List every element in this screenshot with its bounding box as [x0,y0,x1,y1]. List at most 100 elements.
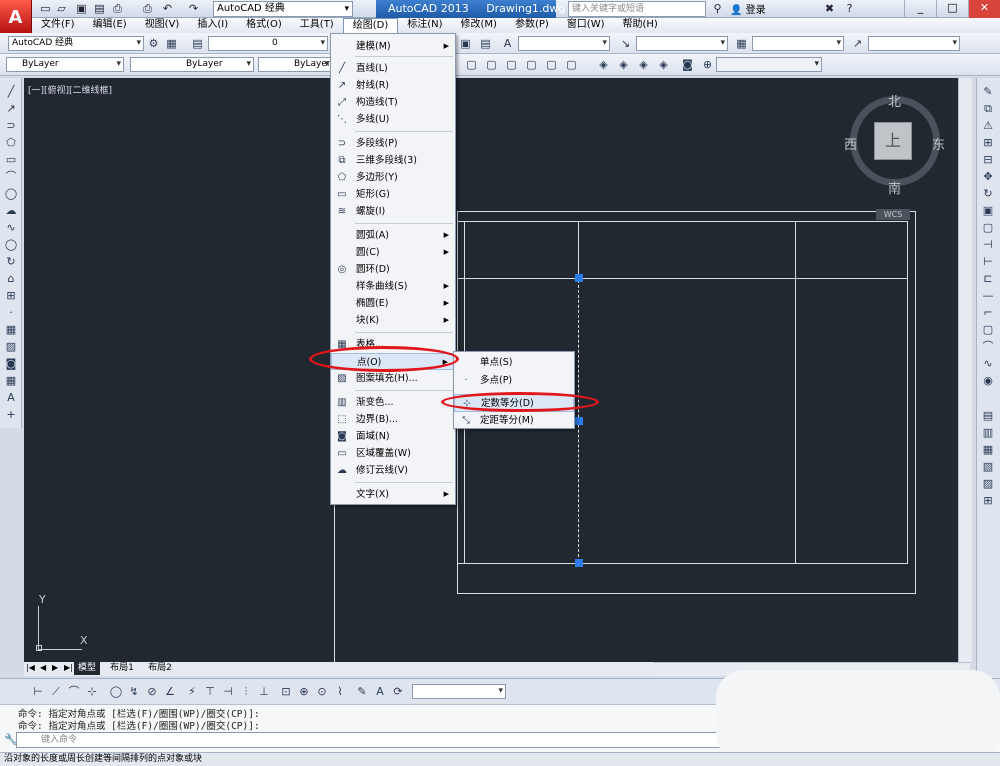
table-style-icon[interactable]: ▦ [734,36,749,51]
trim-icon[interactable]: ⊣ [980,237,996,253]
view-left-icon[interactable]: ▢ [504,57,519,72]
menu-item-3[interactable]: 插入(I) [188,18,237,33]
add-selected-icon[interactable]: + [3,407,19,423]
menu-item-9[interactable]: 参数(P) [506,18,558,33]
mleader-style-combo[interactable] [868,36,960,51]
viewport-label[interactable]: [一][俯视][二维线框] [28,83,112,96]
make-block-icon[interactable]: ⊞ [3,288,19,304]
menu-item-0[interactable]: 文件(F) [32,18,84,33]
ellipse-icon[interactable]: ◯ [3,237,19,253]
viewcube-top-face[interactable]: 上 [874,122,912,160]
draw-menu-item-19[interactable]: ▥ 渐变色... [331,394,455,411]
binoculars-icon[interactable]: ⚲ [710,1,725,16]
point-icon[interactable]: · [3,305,19,321]
dim-style-combo[interactable] [636,36,728,51]
radius-dim-icon[interactable]: ◯ [108,684,124,700]
outer-rect-right[interactable] [915,211,916,594]
lineweight-combo[interactable]: ByLayer [258,57,332,72]
draworder-under-icon[interactable]: ▧ [980,459,996,475]
update-icon[interactable]: ⟳ [390,684,406,700]
camera-icon[interactable]: ◙ [680,57,695,72]
join-icon[interactable]: ⌐ [980,305,996,321]
view-bottom-icon[interactable]: ▢ [484,57,499,72]
draworder-back-icon[interactable]: ▥ [980,425,996,441]
layer-combo[interactable]: 0 [208,36,328,51]
draw-menu-item-21[interactable]: ◙ 面域(N) [331,428,455,445]
revcloud-icon[interactable]: ☁ [3,203,19,219]
menu-item-2[interactable]: 视图(V) [136,18,189,33]
mleader-style-icon[interactable]: ↗ [850,36,865,51]
command-input[interactable]: 键入命令 [16,732,728,748]
menu-item-4[interactable]: 格式(O) [237,18,291,33]
polygon-icon[interactable]: ⬠ [3,135,19,151]
edit-text-icon[interactable]: A [372,684,388,700]
workspace-combo[interactable]: AutoCAD 经典 [8,36,144,51]
menu-item-10[interactable]: 窗口(W) [558,18,614,33]
view-back-icon[interactable]: ▢ [564,57,579,72]
view-right-icon[interactable]: ▢ [524,57,539,72]
draworder-text-icon[interactable]: ▨ [980,476,996,492]
close-button[interactable]: ✕ [968,0,1000,18]
grip-mid[interactable] [575,417,583,425]
hatch-icon[interactable]: ▦ [3,322,19,338]
extend-icon[interactable]: ⊢ [980,254,996,270]
diameter-dim-icon[interactable]: ⊘ [144,684,160,700]
spline-icon[interactable]: ∿ [3,220,19,236]
draw-menu-item-4[interactable]: ⋱ 多线(U) [331,111,455,128]
vertical-scrollbar[interactable] [958,78,972,662]
undo-icon[interactable]: ↶ [160,1,175,16]
dim-style-bottom-combo[interactable] [412,684,506,699]
menu-item-8[interactable]: 修改(M) [452,18,506,33]
draworder-above-icon[interactable]: ▦ [980,442,996,458]
draw-menu-item-23[interactable]: ☁ 修订云线(V) [331,462,455,479]
print-icon[interactable]: ⎙ [140,1,155,16]
vertical-divider-right[interactable] [795,221,796,564]
region-icon[interactable]: ◙ [3,356,19,372]
workspace-settings-icon[interactable]: ▦ [164,36,179,51]
grip-bottom[interactable] [575,559,583,567]
view-front-icon[interactable]: ▢ [544,57,559,72]
draworder-hatch-icon[interactable]: ⊞ [980,493,996,509]
angular-dim-icon[interactable]: ∠ [162,684,178,700]
horizontal-divider[interactable] [457,278,908,279]
menu-item-1[interactable]: 编辑(E) [84,18,136,33]
maximize-button[interactable]: □ [936,0,968,18]
erase-icon[interactable]: ✎ [980,84,996,100]
outer-rect-bottom[interactable] [457,593,916,594]
draw-menu-item-11[interactable]: 圆(C) ▶ [331,244,455,261]
plot-icon[interactable]: ⎙ [110,1,125,16]
match-layer-icon[interactable]: ▣ [458,36,473,51]
ellipse-arc-icon[interactable]: ↻ [3,254,19,270]
space-icon[interactable]: ⫶ [238,684,254,700]
center-mark-icon[interactable]: ⊕ [296,684,312,700]
draw-menu-item-20[interactable]: ⬚ 边界(B)... [331,411,455,428]
tab-nav-first-icon[interactable]: |◀ [26,663,35,672]
blend-icon[interactable]: ∿ [980,356,996,372]
layer-previous-icon[interactable]: ▤ [478,36,493,51]
edit-dim-icon[interactable]: ✎ [354,684,370,700]
minimize-button[interactable]: _ [904,0,936,18]
draw-menu-item-5[interactable]: ⊃ 多段线(P) [331,135,455,152]
draw-menu-item-13[interactable]: 样条曲线(S) ▶ [331,278,455,295]
wcs-menu[interactable]: WCS [876,209,910,220]
menu-item-7[interactable]: 标注(N) [398,18,451,33]
color-combo[interactable]: ByLayer [6,57,124,72]
tab-nav-last-icon[interactable]: ▶| [64,663,73,672]
linear-dim-icon[interactable]: ⊢ [30,684,46,700]
gear-icon[interactable]: ⚙ [146,36,161,51]
break-at-point-icon[interactable]: ⊏ [980,271,996,287]
tab-layout1[interactable]: 布局1 [104,662,140,675]
draw-menu-item-22[interactable]: ▭ 区域覆盖(W) [331,445,455,462]
open-icon[interactable]: ▱ [54,1,69,16]
grip-top[interactable] [575,274,583,282]
save-icon[interactable]: ▣ [74,1,89,16]
help-search-input[interactable]: 键入关键字或短语 [568,1,706,17]
layer-properties-icon[interactable]: ▤ [190,36,205,51]
autocad-logo-icon[interactable]: A [0,0,32,34]
redo-icon[interactable]: ↷ [186,1,201,16]
inner-rect-top[interactable] [457,221,908,222]
table-style-combo[interactable] [752,36,844,51]
menu-item-5[interactable]: 工具(T) [291,18,343,33]
baseline-icon[interactable]: ⊤ [202,684,218,700]
insert-block-icon[interactable]: ⌂ [3,271,19,287]
